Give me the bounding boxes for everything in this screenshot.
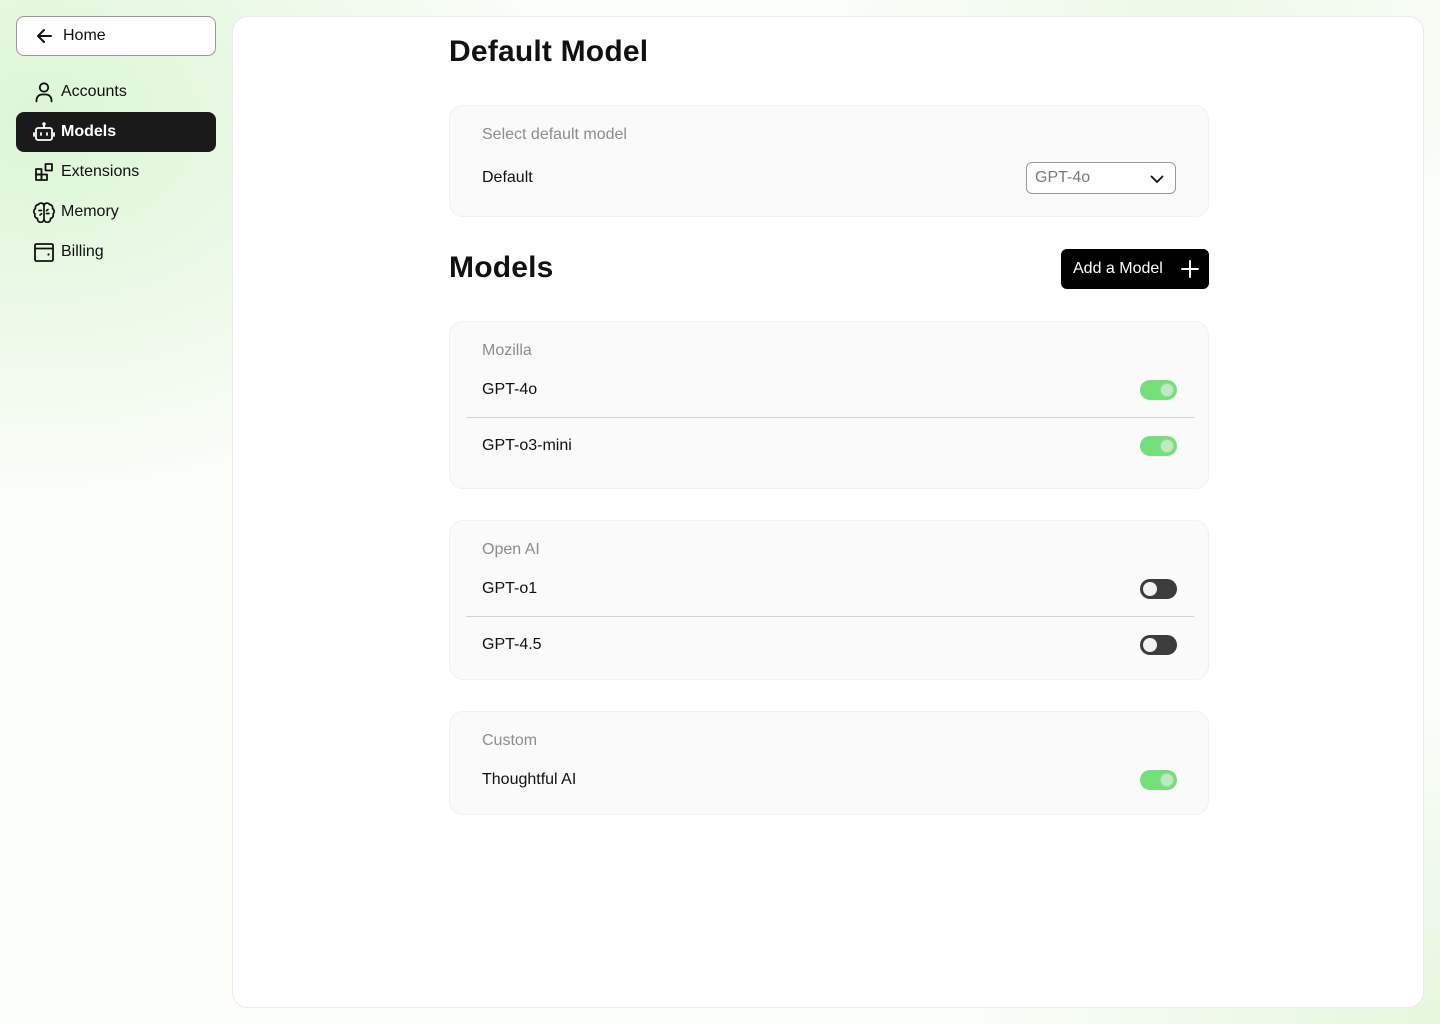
main-panel: Default Model Select default model Defau… <box>232 16 1424 1008</box>
provider-label: Mozilla <box>482 342 532 359</box>
sidebar-item-label: Models <box>61 123 117 140</box>
provider-label: Open AI <box>482 541 540 558</box>
sidebar-item-models[interactable]: Models <box>16 112 216 152</box>
toggle-knob <box>1160 773 1174 787</box>
add-model-button-label: Add a Model <box>1073 260 1163 277</box>
brain-icon <box>33 201 55 223</box>
sidebar-nav: Accounts Models Extensions Memory Billin… <box>16 72 216 272</box>
model-toggle[interactable] <box>1140 770 1177 790</box>
model-name: GPT-o1 <box>482 580 538 597</box>
sidebar-item-accounts[interactable]: Accounts <box>16 72 216 112</box>
sidebar: Home Accounts Models Extensions Memory B… <box>16 16 216 272</box>
toggle-knob <box>1143 638 1157 652</box>
provider-card-custom: Custom Thoughtful AI <box>449 711 1209 815</box>
provider-label: Custom <box>482 732 538 749</box>
bot-icon <box>33 121 55 143</box>
plus-icon <box>1181 260 1199 278</box>
provider-card-mozilla: Mozilla GPT-4o GPT-o3-mini <box>449 321 1209 489</box>
default-model-title: Default Model <box>449 35 649 68</box>
home-label: Home <box>63 27 106 44</box>
sidebar-item-label: Accounts <box>61 83 127 100</box>
provider-card-openai: Open AI GPT-o1 GPT-4.5 <box>449 520 1209 680</box>
sidebar-item-extensions[interactable]: Extensions <box>16 152 216 192</box>
wallet-icon <box>33 241 55 263</box>
arrow-left-icon <box>35 26 55 46</box>
blocks-icon <box>33 161 55 183</box>
sidebar-item-billing[interactable]: Billing <box>16 232 216 272</box>
divider <box>466 417 1194 418</box>
sidebar-item-label: Billing <box>61 243 104 260</box>
user-icon <box>33 81 55 103</box>
default-model-select-value: GPT-4o <box>1035 169 1091 186</box>
model-name: Thoughtful AI <box>482 771 577 788</box>
model-name: GPT-o3-mini <box>482 437 572 454</box>
toggle-knob <box>1160 439 1174 453</box>
divider <box>466 616 1194 617</box>
model-name: GPT-4.5 <box>482 636 542 653</box>
default-model-card: Select default model Default GPT-4o <box>449 105 1209 217</box>
model-toggle[interactable] <box>1140 436 1177 456</box>
models-title: Models <box>449 251 554 284</box>
toggle-knob <box>1160 383 1174 397</box>
sidebar-item-label: Memory <box>61 203 119 220</box>
default-row-label: Default <box>482 169 533 186</box>
model-toggle[interactable] <box>1140 635 1177 655</box>
toggle-knob <box>1143 582 1157 596</box>
model-name: GPT-4o <box>482 381 538 398</box>
default-model-card-label: Select default model <box>482 126 627 143</box>
model-toggle[interactable] <box>1140 380 1177 400</box>
home-button[interactable]: Home <box>16 16 216 56</box>
model-toggle[interactable] <box>1140 579 1177 599</box>
sidebar-item-memory[interactable]: Memory <box>16 192 216 232</box>
chevron-down-icon <box>1149 171 1165 187</box>
default-model-select[interactable]: GPT-4o <box>1026 162 1176 194</box>
add-model-button[interactable]: Add a Model <box>1061 249 1209 289</box>
sidebar-item-label: Extensions <box>61 163 140 180</box>
